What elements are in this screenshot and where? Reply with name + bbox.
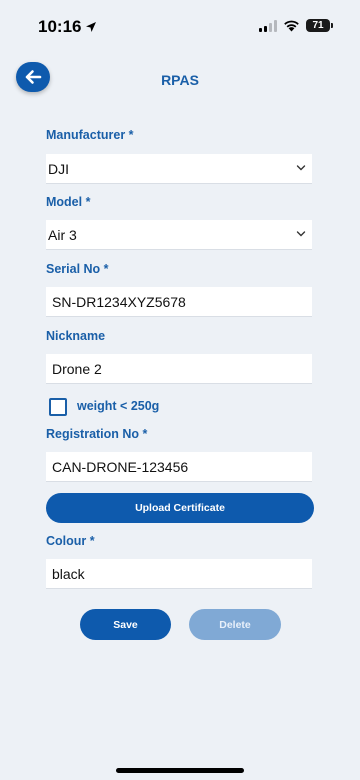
status-time: 10:16 (38, 17, 97, 37)
manufacturer-value: DJI (48, 160, 69, 177)
nickname-input[interactable]: Drone 2 (46, 354, 312, 384)
time-text: 10:16 (38, 17, 82, 36)
serial-no-value: SN-DR1234XYZ5678 (52, 293, 186, 310)
save-button[interactable]: Save (80, 609, 171, 640)
manufacturer-label: Manufacturer * (46, 128, 134, 142)
chevron-down-icon (296, 231, 306, 237)
home-indicator[interactable] (116, 768, 244, 773)
model-value: Air 3 (48, 226, 77, 243)
status-bar: 10:16 71 (0, 0, 360, 50)
chevron-down-icon (296, 165, 306, 171)
upload-certificate-button[interactable]: Upload Certificate (46, 493, 314, 523)
manufacturer-select[interactable]: DJI (46, 154, 312, 184)
status-indicators: 71 (259, 19, 333, 32)
registration-no-label: Registration No * (46, 427, 148, 441)
nickname-label: Nickname (46, 329, 106, 343)
serial-no-input[interactable]: SN-DR1234XYZ5678 (46, 287, 312, 317)
location-arrow-icon (86, 22, 97, 32)
serial-no-label: Serial No * (46, 262, 109, 276)
battery-level: 71 (312, 20, 324, 31)
model-label: Model * (46, 195, 91, 209)
colour-value: black (52, 565, 85, 582)
registration-no-value: CAN-DRONE-123456 (52, 458, 189, 475)
battery-icon: 71 (306, 19, 333, 32)
registration-no-input[interactable]: CAN-DRONE-123456 (46, 452, 312, 482)
weight-checkbox[interactable] (49, 398, 67, 416)
model-select[interactable]: Air 3 (46, 220, 312, 250)
colour-input[interactable]: black (46, 559, 312, 589)
nickname-value: Drone 2 (52, 360, 102, 377)
delete-button[interactable]: Delete (189, 609, 281, 640)
cellular-signal-icon (259, 19, 277, 32)
wifi-icon (284, 20, 299, 32)
colour-label: Colour * (46, 534, 95, 548)
weight-checkbox-label[interactable]: weight < 250g (77, 399, 159, 413)
page-title: RPAS (161, 72, 199, 88)
